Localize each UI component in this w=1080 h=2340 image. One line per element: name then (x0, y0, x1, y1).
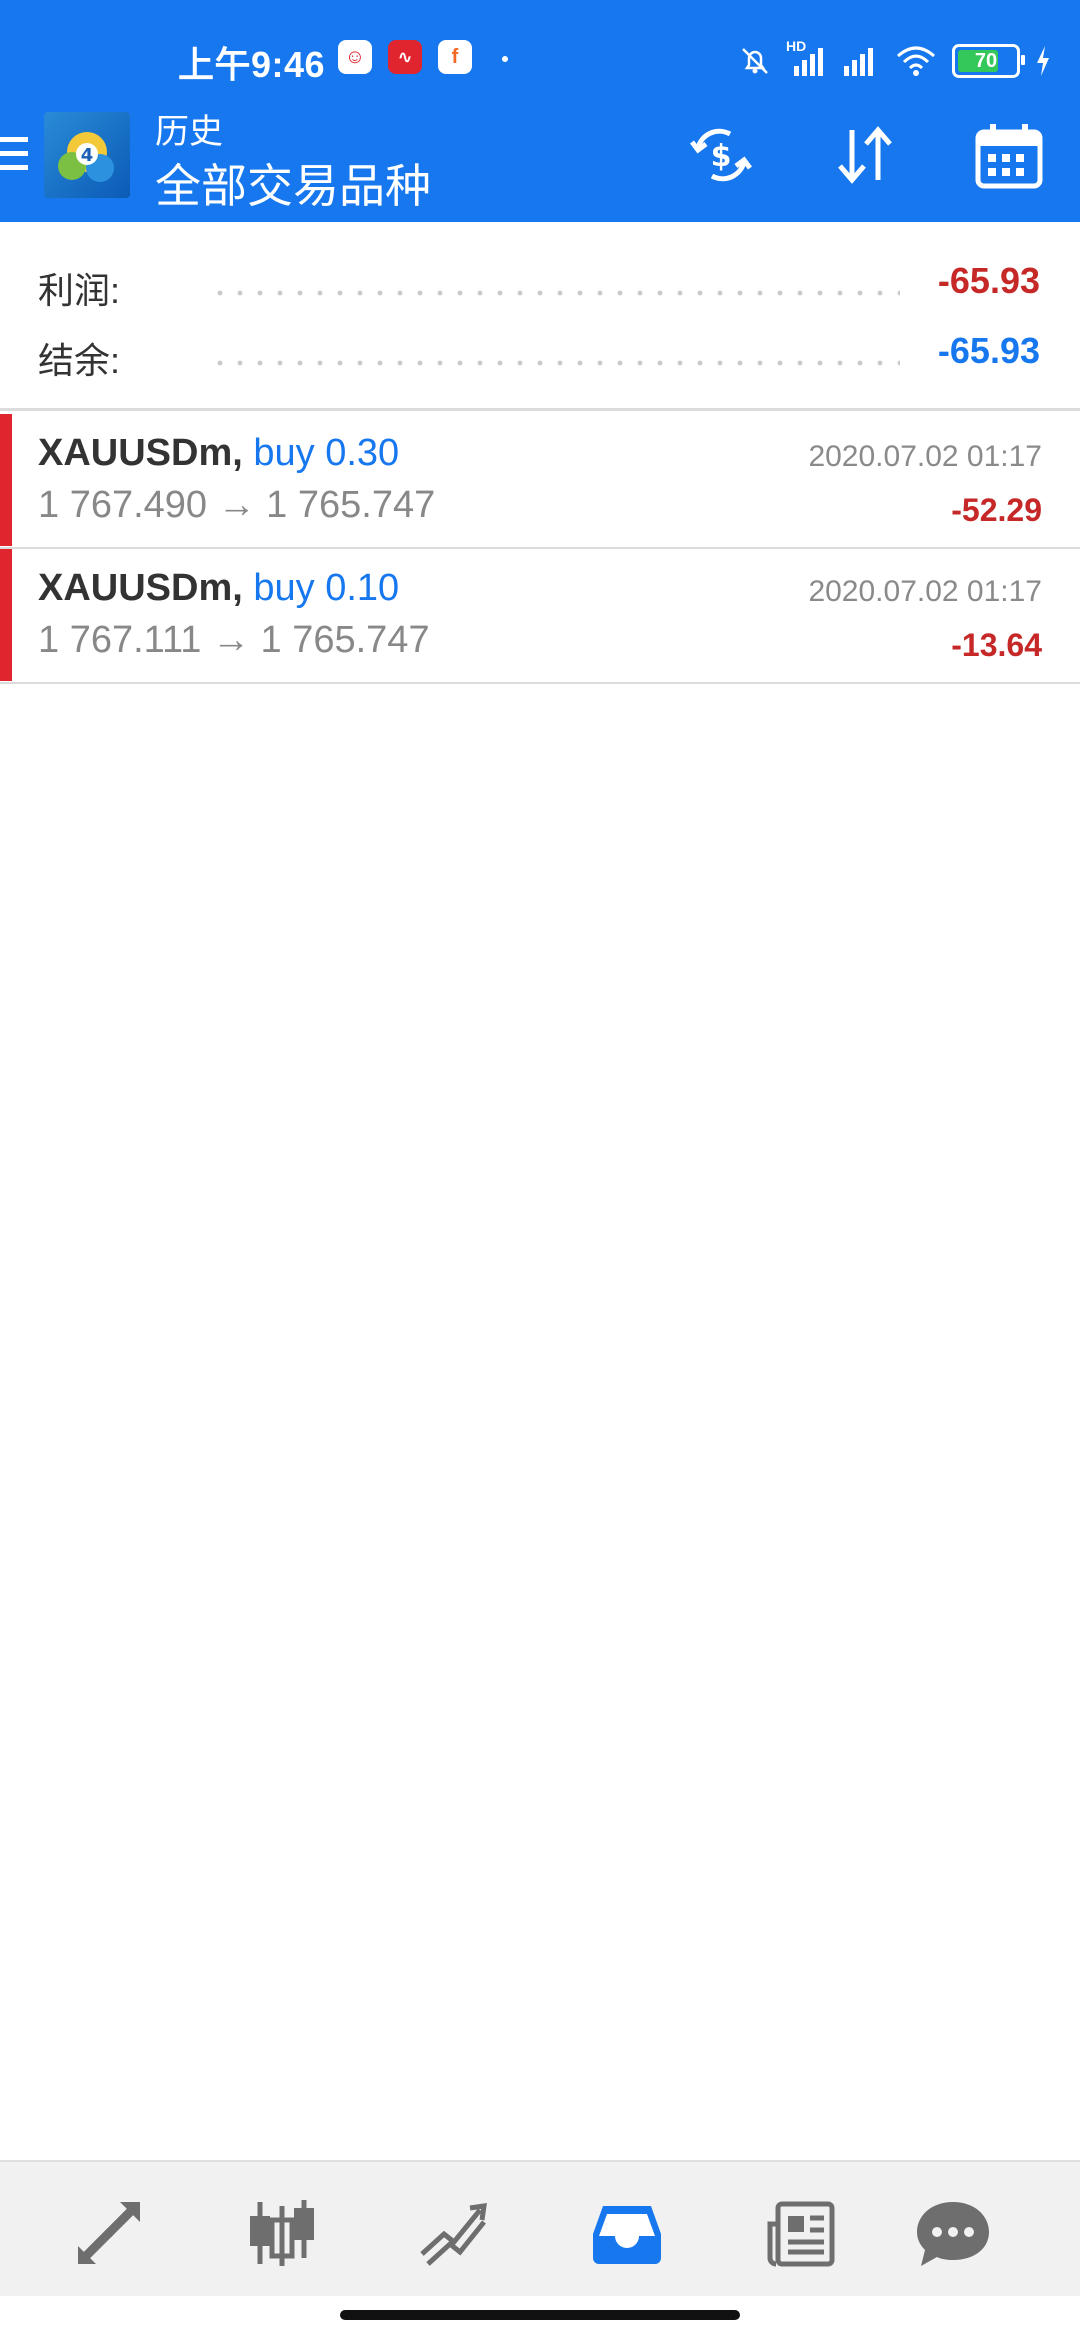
loss-indicator-bar (0, 549, 12, 681)
nav-chat[interactable] (910, 2190, 996, 2276)
top-app-bar: 上午9:46 ☺ ∿ f HD 70 4 历史 全部交易品种 $ (0, 0, 1080, 222)
trade-row[interactable]: XAUUSDm, buy 0.10 1 767.111 → 1 765.747 … (0, 549, 1080, 681)
profit-label: 利润: (38, 270, 121, 311)
sort-button[interactable] (828, 118, 902, 192)
svg-text:$: $ (711, 139, 732, 174)
status-indicators: HD 70 (738, 38, 1052, 84)
calendar-icon (975, 124, 1043, 189)
trade-side: buy 0.30 (253, 432, 400, 474)
wifi-icon (897, 46, 935, 76)
app-f-icon: f (438, 40, 472, 74)
trade-symbol: XAUUSDm, buy 0.10 (38, 567, 399, 610)
trade-time: 2020.07.02 01:17 (808, 575, 1042, 608)
svg-text:4: 4 (81, 145, 94, 166)
trade-symbol: XAUUSDm, buy 0.30 (38, 432, 399, 475)
page-title: 历史 (155, 113, 223, 151)
metatrader-logo-icon: 4 (44, 112, 130, 198)
profit-row: 利润: -65.93 (0, 250, 1080, 320)
balance-row: 结余: -65.93 (0, 320, 1080, 390)
calendar-button[interactable] (972, 118, 1046, 192)
quotes-icon (250, 2200, 314, 2266)
history-icon (593, 2206, 661, 2264)
loss-indicator-bar (0, 414, 12, 546)
nav-quotes[interactable] (238, 2190, 324, 2276)
trade-profit: -52.29 (951, 492, 1042, 528)
signal-icon (844, 48, 873, 76)
battery-indicator: 70 (952, 44, 1025, 78)
nav-chart[interactable] (410, 2190, 496, 2276)
bottom-navigation (0, 2160, 1080, 2296)
nav-history[interactable] (584, 2190, 670, 2276)
balance-value: -65.93 (937, 330, 1040, 371)
trade-prices: 1 767.490 → 1 765.747 (38, 484, 436, 526)
trade-profit: -13.64 (951, 627, 1042, 663)
trade-symbol-text: XAUUSDm, (38, 567, 243, 609)
charging-icon (1037, 46, 1049, 76)
nav-news[interactable] (758, 2190, 844, 2276)
news-icon (767, 2201, 835, 2267)
stock-app-icon: ∿ (388, 40, 422, 74)
dotted-leader (210, 360, 900, 366)
trade-side: buy 0.10 (253, 567, 400, 609)
menu-icon[interactable] (0, 137, 28, 179)
trade-time: 2020.07.02 01:17 (808, 440, 1042, 473)
symbol-filter[interactable]: 全部交易品种 (155, 150, 431, 216)
trade-icon (78, 2202, 140, 2264)
trade-prices: 1 767.111 → 1 765.747 (38, 619, 430, 661)
chart-icon (420, 2203, 487, 2266)
more-notifications-dot (502, 56, 508, 62)
trade-symbol-text: XAUUSDm, (38, 432, 243, 474)
battery-level: 70 (974, 49, 998, 72)
home-indicator[interactable] (340, 2310, 740, 2320)
summary-divider (0, 408, 1080, 411)
chat-icon (917, 2202, 989, 2266)
row-divider (0, 682, 1080, 684)
currency-exchange-button[interactable]: $ (684, 118, 758, 192)
balance-label: 结余: (38, 340, 121, 381)
sort-arrows-icon (838, 126, 892, 184)
status-time: 上午9:46 (178, 44, 326, 85)
notification-app-icon: ☺ (338, 40, 372, 74)
profit-value: -65.93 (937, 260, 1040, 301)
trade-row[interactable]: XAUUSDm, buy 0.30 1 767.490 → 1 765.747 … (0, 414, 1080, 546)
mute-bell-icon (742, 48, 768, 74)
nav-trade[interactable] (66, 2190, 152, 2276)
signal-hd-icon: HD (786, 38, 826, 78)
dotted-leader (210, 290, 900, 296)
currency-exchange-icon: $ (690, 128, 752, 182)
